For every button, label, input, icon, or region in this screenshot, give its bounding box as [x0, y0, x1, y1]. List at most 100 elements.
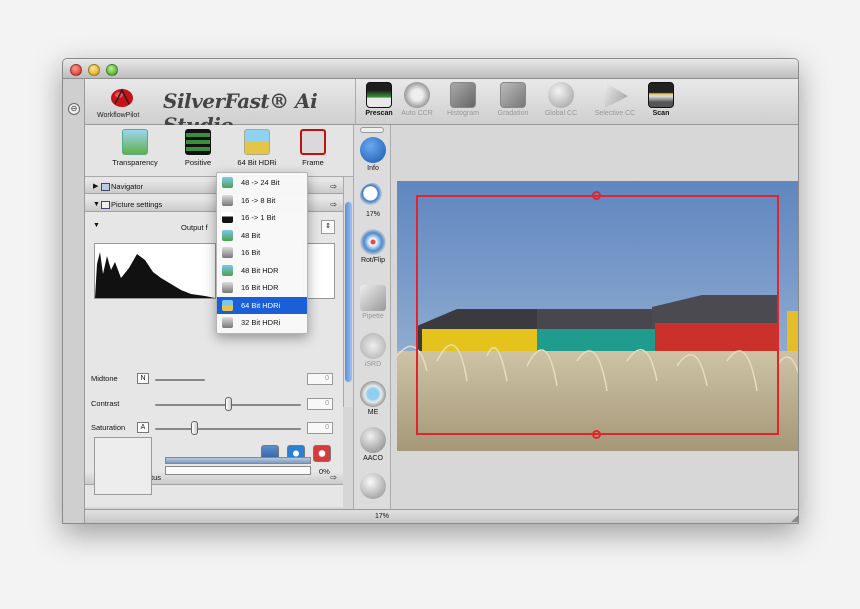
- app-header: WorkflowPilot SilverFast® Ai Studio: [85, 79, 355, 137]
- pipette-tool[interactable]: Pipette: [354, 285, 392, 320]
- transparency-button[interactable]: Transparency: [107, 129, 163, 167]
- zoom-icon: [360, 183, 386, 209]
- navigator-label: Navigator: [111, 182, 144, 191]
- tool-grip[interactable]: [360, 127, 384, 133]
- multi-exposure-tool[interactable]: ME: [354, 381, 392, 416]
- menu-item-48-bit[interactable]: 48 Bit: [217, 227, 307, 245]
- grayscale-hdri-icon: [222, 317, 233, 328]
- preview-area[interactable]: [391, 125, 798, 509]
- auto-ccr-button[interactable]: Auto CCR: [396, 82, 438, 117]
- minimize-window-button[interactable]: [88, 64, 100, 76]
- scanner-thumbnail: [94, 437, 152, 495]
- saturation-value[interactable]: 0: [307, 422, 333, 434]
- extra-tool[interactable]: [354, 473, 392, 501]
- isrd-label: iSRD: [364, 361, 382, 368]
- menu-item-label: 48 Bit HDR: [241, 265, 279, 275]
- close-window-button[interactable]: [70, 64, 82, 76]
- hdri-icon: [244, 129, 270, 155]
- output-triangle-icon[interactable]: ▼: [93, 222, 100, 229]
- sidebar-toggle-icon[interactable]: ⊖: [68, 103, 80, 115]
- contrast-value[interactable]: 0: [307, 398, 333, 410]
- prescan-label: Prescan: [365, 110, 393, 117]
- saturation-slider[interactable]: [155, 428, 301, 430]
- zoom-level: 17%: [375, 513, 390, 520]
- panel-scrollbar[interactable]: [343, 177, 353, 407]
- selective-cc-label: Selective CC: [594, 110, 636, 117]
- scan-button[interactable]: Scan: [640, 82, 682, 117]
- menu-item-16-8-bit[interactable]: 16 -> 8 Bit: [217, 192, 307, 210]
- grayscale-hdr-icon: [222, 282, 233, 293]
- scan-icon: [648, 82, 674, 108]
- menu-item-label: 16 -> 1 Bit: [241, 213, 276, 222]
- color-hdri-icon: [222, 299, 233, 311]
- output-format-menu: 48 -> 24 Bit 16 -> 8 Bit 16 -> 1 Bit 48 …: [216, 172, 308, 334]
- scan-label: Scan: [652, 110, 670, 117]
- saturation-letter[interactable]: A: [137, 422, 149, 433]
- detach-icon[interactable]: ⇨: [330, 198, 337, 212]
- selective-cc-button[interactable]: Selective CC: [590, 82, 640, 117]
- detach-icon[interactable]: ⇨: [330, 180, 337, 194]
- main-toolbar: Prescan Auto CCR Histogram Gradation Glo…: [355, 79, 798, 125]
- title-bar: [63, 59, 798, 79]
- lineart-image-icon: [222, 212, 233, 223]
- saturation-label: Saturation: [91, 423, 126, 432]
- isrd-tool[interactable]: iSRD: [354, 333, 392, 368]
- info-label: Info: [367, 165, 379, 172]
- menu-item-48-24-bit[interactable]: 48 -> 24 Bit: [217, 174, 307, 192]
- menu-item-48-bit-hdr[interactable]: 48 Bit HDR: [217, 262, 307, 280]
- auto-ccr-icon: [404, 82, 430, 108]
- hdri-button[interactable]: 64 Bit HDRi: [231, 129, 283, 167]
- positive-button[interactable]: Positive: [173, 129, 223, 167]
- menu-item-label: 48 -> 24 Bit: [241, 178, 280, 187]
- workflowpilot-label[interactable]: WorkflowPilot: [97, 112, 139, 119]
- info-tool[interactable]: Info: [354, 137, 392, 172]
- scanner-progress-text: 0%: [319, 467, 330, 476]
- menu-item-32-bit-hdri[interactable]: 32 Bit HDRi: [217, 314, 307, 332]
- workflowpilot-icon[interactable]: [107, 84, 137, 110]
- saturation-knob[interactable]: [191, 421, 198, 435]
- menu-item-label: 64 Bit HDRi: [241, 300, 281, 310]
- multi-exposure-icon: [360, 381, 386, 407]
- contrast-label: Contrast: [91, 399, 120, 408]
- frame-button[interactable]: Frame: [290, 129, 336, 167]
- histogram-display: [94, 243, 216, 299]
- histogram-label: Histogram: [447, 110, 479, 117]
- resize-grip-icon[interactable]: ◢: [791, 513, 798, 523]
- frame-handle-top[interactable]: [592, 191, 601, 200]
- histogram-graph: [95, 252, 215, 298]
- positive-film-icon: [185, 129, 211, 155]
- zoom-tool[interactable]: 17%: [354, 183, 392, 218]
- color-image-icon: [222, 229, 233, 241]
- mode-bar: Transparency Positive 64 Bit HDRi Frame: [85, 125, 355, 177]
- midtone-value[interactable]: 0: [307, 373, 333, 385]
- menu-item-16-bit[interactable]: 16 Bit: [217, 244, 307, 262]
- selective-cc-icon: [604, 82, 628, 108]
- detach-icon[interactable]: ⇨: [330, 471, 337, 485]
- rotate-flip-label: Rot/Flip: [360, 257, 386, 264]
- prescan-button[interactable]: Prescan: [358, 82, 400, 117]
- transparency-icon: [122, 129, 148, 155]
- gradation-button[interactable]: Gradation: [492, 82, 534, 117]
- color-image-icon: [222, 177, 233, 188]
- aaco-tool[interactable]: AACO: [354, 427, 392, 462]
- tool-column: Info 17% Rot/Flip Pipette iSRD ME AACO: [353, 125, 391, 509]
- menu-item-label: 16 -> 8 Bit: [241, 195, 276, 205]
- scan-frame[interactable]: [416, 195, 779, 435]
- frame-handle-bottom[interactable]: [592, 430, 601, 439]
- reset-button[interactable]: [313, 445, 331, 462]
- zoom-window-button[interactable]: [106, 64, 118, 76]
- midtone-slider[interactable]: [155, 379, 205, 381]
- menu-item-16-1-bit[interactable]: 16 -> 1 Bit: [217, 209, 307, 227]
- output-select-stepper[interactable]: ⇕: [321, 220, 335, 234]
- global-cc-button[interactable]: Global CC: [540, 82, 582, 117]
- frame-label: Frame: [302, 158, 324, 167]
- menu-item-16-bit-hdr[interactable]: 16 Bit HDR: [217, 279, 307, 297]
- histogram-button[interactable]: Histogram: [442, 82, 484, 117]
- panel-scroll-thumb[interactable]: [345, 202, 352, 382]
- midtone-letter[interactable]: N: [137, 373, 149, 384]
- global-cc-icon: [548, 82, 574, 108]
- contrast-knob[interactable]: [225, 397, 232, 411]
- rotate-flip-tool[interactable]: Rot/Flip: [354, 229, 392, 264]
- rotate-flip-icon: [360, 229, 386, 255]
- menu-item-64-bit-hdri[interactable]: 64 Bit HDRi: [217, 296, 307, 314]
